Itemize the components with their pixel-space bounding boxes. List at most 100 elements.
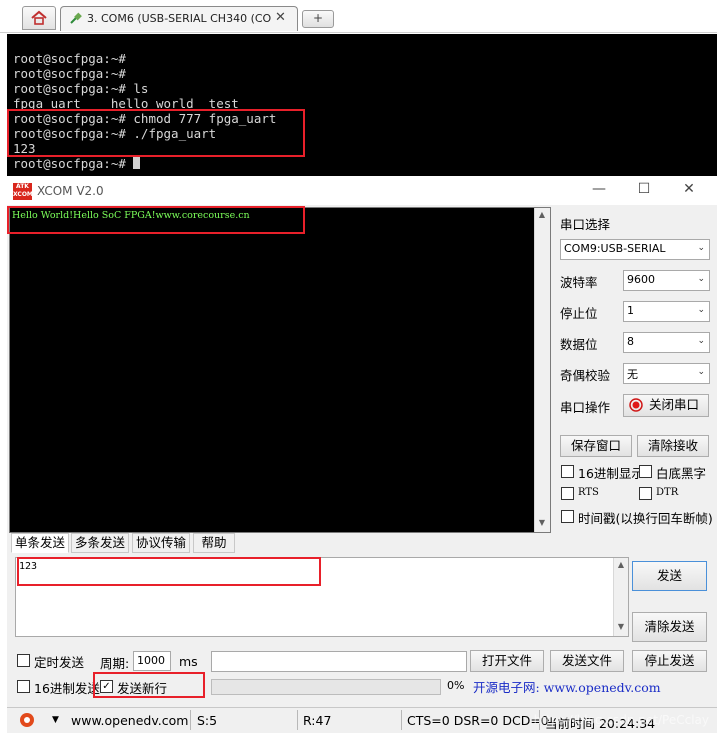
period-input[interactable]: 1000 (133, 651, 171, 671)
hex-display-checkbox[interactable] (561, 465, 574, 478)
scroll-up-arrow[interactable]: ▲ (614, 560, 628, 569)
file-path-input[interactable] (211, 651, 467, 672)
website-label: www.openedv.com (71, 713, 189, 728)
save-window-button[interactable]: 保存窗口 (560, 435, 632, 457)
white-black-checkbox[interactable] (639, 465, 652, 478)
receive-area[interactable]: Hello World!Hello SoC FPGA!www.corecours… (9, 207, 551, 533)
dropdown-arrow-icon[interactable]: ▼ (52, 715, 59, 725)
terminal-line: root@socfpga:~# (13, 51, 126, 66)
plug-icon (70, 12, 82, 24)
send-button[interactable]: 发送 (632, 561, 707, 591)
send-scrollbar[interactable]: ▲ ▼ (613, 558, 628, 636)
home-button[interactable] (22, 6, 56, 30)
stop-bits-label: 停止位 (560, 306, 598, 321)
data-bits-select[interactable]: 8 ⌄ (623, 332, 710, 353)
signal-status: CTS=0 DSR=0 DCD=0 (407, 713, 549, 728)
maximize-icon[interactable]: ☐ (634, 181, 654, 197)
tab-title: 3. COM6 (USB-SERIAL CH340 (CO (87, 12, 272, 25)
dtr-label: DTR (656, 487, 679, 498)
port-operation-label: 串口操作 (560, 400, 611, 415)
xcom-title: XCOM V2.0 (37, 184, 104, 198)
send-progress-bar (211, 679, 441, 695)
port-select-label: 串口选择 (560, 217, 611, 232)
clear-send-button[interactable]: 清除发送 (632, 612, 707, 642)
xcom-window: ATK XCOM XCOM V2.0 — ☐ ✕ Hello World!Hell… (7, 177, 717, 733)
dropdown-icon: ⌄ (697, 243, 705, 253)
clear-receive-button[interactable]: 清除接收 (637, 435, 709, 457)
open-file-button[interactable]: 打开文件 (470, 650, 544, 672)
stop-send-button[interactable]: 停止发送 (632, 650, 707, 672)
white-black-label: 白底黑字 (656, 466, 707, 481)
tab-com6[interactable]: 3. COM6 (USB-SERIAL CH340 (CO ✕ (60, 6, 298, 31)
terminal-line: root@socfpga:~# ls (13, 81, 149, 96)
xcom-titlebar: ATK XCOM XCOM V2.0 — ☐ ✕ (7, 177, 717, 205)
receive-scrollbar[interactable]: ▲ ▼ (534, 208, 550, 532)
xcom-logo: ATK XCOM (13, 183, 33, 200)
dropdown-icon: ⌄ (697, 305, 705, 315)
port-select[interactable]: COM9:USB-SERIAL ⌄ (560, 239, 710, 260)
timed-send-label: 定时发送 (34, 655, 85, 670)
status-bar: ▼ www.openedv.com S:5 R:47 CTS=0 DSR=0 D… (7, 707, 717, 733)
period-unit: ms (179, 654, 198, 669)
received-count: R:47 (303, 713, 332, 728)
stop-bits-value: 1 (627, 304, 634, 317)
period-value: 1000 (137, 654, 165, 667)
tab-help[interactable]: 帮助 (193, 533, 235, 553)
parity-value: 无 (627, 368, 638, 381)
scroll-down-arrow[interactable]: ▼ (614, 622, 628, 631)
timestamp-label: 时间戳(以换行回车断帧) (578, 511, 713, 526)
hex-send-label: 16进制发送 (34, 681, 100, 696)
rts-label: RTS (578, 487, 599, 498)
dropdown-icon: ⌄ (697, 336, 705, 346)
status-separator (190, 710, 191, 730)
stop-bits-select[interactable]: 1 ⌄ (623, 301, 710, 322)
highlight-box-terminal (7, 109, 305, 157)
record-icon (629, 398, 643, 412)
hex-send-checkbox[interactable] (17, 680, 30, 693)
scroll-down-arrow[interactable]: ▼ (535, 518, 549, 527)
rts-checkbox[interactable] (561, 487, 574, 500)
data-bits-label: 数据位 (560, 337, 598, 352)
hex-display-label: 16进制显示 (578, 466, 644, 481)
highlight-box-send (17, 557, 321, 586)
new-tab-button[interactable]: + (302, 10, 334, 28)
close-port-label: 关闭串口 (649, 397, 700, 412)
port-value: COM9:USB-SERIAL (564, 242, 666, 255)
tab-multi-send[interactable]: 多条发送 (71, 533, 129, 553)
terminal-prompt-line: root@socfpga:~# (13, 156, 141, 171)
home-icon (31, 10, 47, 25)
tab-single-send[interactable]: 单条发送 (11, 533, 69, 553)
parity-label: 奇偶校验 (560, 368, 611, 383)
send-file-button[interactable]: 发送文件 (550, 650, 624, 672)
close-icon[interactable]: ✕ (679, 181, 699, 197)
terminal-cursor (133, 157, 141, 169)
data-bits-value: 8 (627, 335, 634, 348)
scroll-up-arrow[interactable]: ▲ (535, 210, 549, 219)
terminal-prompt: root@socfpga:~# (13, 156, 134, 171)
baud-value: 9600 (627, 273, 655, 286)
highlight-box-receive (7, 206, 305, 234)
close-port-button[interactable]: 关闭串口 (623, 394, 709, 417)
period-label: 周期: (100, 656, 130, 671)
dtr-checkbox[interactable] (639, 487, 652, 500)
settings-icon[interactable] (19, 712, 35, 728)
dropdown-icon: ⌄ (697, 367, 705, 377)
highlight-box-newline (93, 672, 205, 698)
baud-label: 波特率 (560, 275, 598, 290)
baud-select[interactable]: 9600 ⌄ (623, 270, 710, 291)
status-separator (401, 710, 402, 730)
tab-close-icon[interactable]: ✕ (275, 10, 286, 25)
dropdown-icon: ⌄ (697, 274, 705, 284)
timed-send-checkbox[interactable] (17, 654, 30, 667)
terminal-line: root@socfpga:~# (13, 66, 126, 81)
timestamp-checkbox[interactable] (561, 510, 574, 523)
progress-text: 0% (447, 679, 465, 692)
parity-select[interactable]: 无 ⌄ (623, 363, 710, 384)
promo-link[interactable]: 开源电子网: www.openedv.com (473, 677, 661, 696)
sent-count: S:5 (197, 713, 218, 728)
status-separator (297, 710, 298, 730)
tab-protocol[interactable]: 协议传输 (132, 533, 190, 553)
session-tab-bar: 3. COM6 (USB-SERIAL CH340 (CO ✕ + (0, 0, 717, 33)
watermark: https://blog.csdn.net/PeCclay (533, 713, 709, 727)
minimize-icon[interactable]: — (589, 181, 609, 197)
